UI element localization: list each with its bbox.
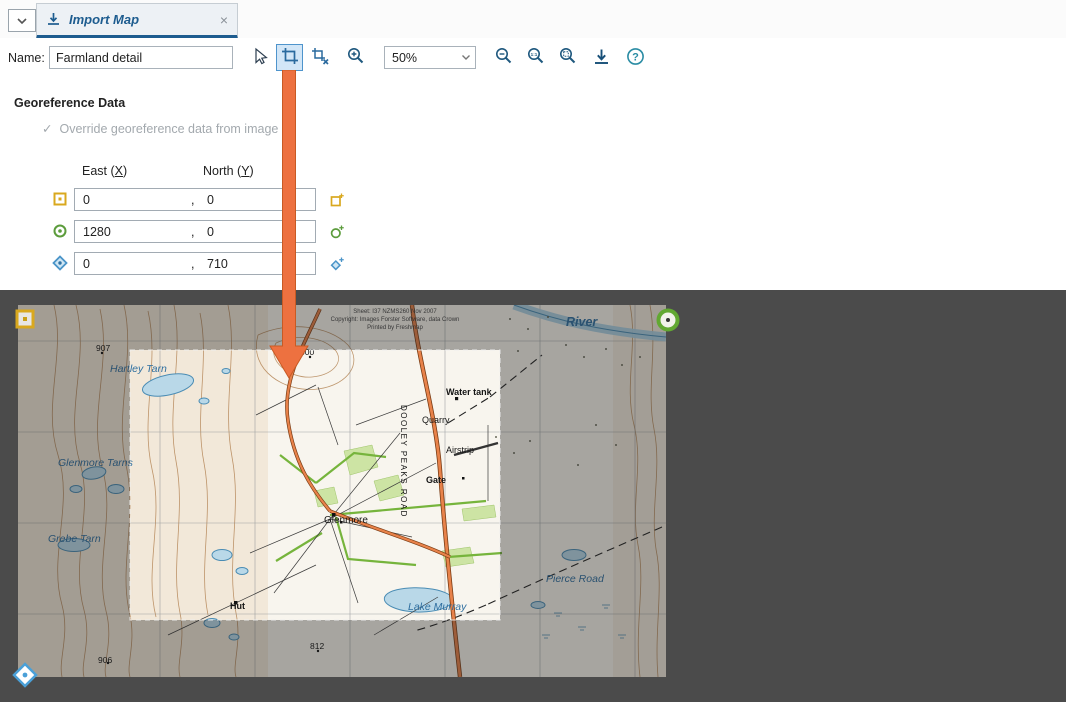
import-map-icon bbox=[46, 11, 61, 29]
point3-diamond-icon bbox=[52, 255, 68, 271]
pick-point1-from-view-button[interactable] bbox=[330, 192, 345, 207]
zoom-in-button[interactable] bbox=[342, 44, 369, 71]
zoom-out-button[interactable] bbox=[490, 44, 517, 71]
georeference-heading: Georeference Data bbox=[14, 96, 125, 110]
chevron-down-icon bbox=[16, 14, 28, 28]
help-icon: ? bbox=[626, 47, 645, 69]
zoom-to-fit-button[interactable] bbox=[554, 44, 581, 71]
pick-point2-from-view-button[interactable] bbox=[330, 224, 345, 239]
point1-marker[interactable] bbox=[14, 308, 36, 333]
point1-square-icon bbox=[52, 191, 68, 207]
remove-crop-button[interactable] bbox=[306, 44, 333, 71]
zoom-one-to-one-icon: 1:1 bbox=[527, 47, 545, 68]
zoom-out-icon bbox=[495, 47, 513, 68]
chevron-down-icon bbox=[457, 54, 475, 61]
tab-close-icon[interactable]: × bbox=[220, 13, 228, 27]
north-column-header: North (Y) bbox=[203, 164, 254, 178]
zoom-level-value: 50% bbox=[385, 51, 457, 65]
import-icon bbox=[592, 47, 611, 69]
point3-marker[interactable] bbox=[12, 662, 38, 691]
help-button[interactable]: ? bbox=[622, 44, 649, 71]
topo-map-art bbox=[18, 305, 666, 677]
point3-east-value: 0 bbox=[75, 257, 191, 271]
georeference-panel: Georeference Data ✓ Override georeferenc… bbox=[0, 78, 1066, 290]
east-column-header: East (X) bbox=[82, 164, 127, 178]
import-button[interactable] bbox=[588, 44, 615, 71]
cursor-arrow-icon bbox=[251, 47, 269, 68]
point2-coordinates-input[interactable]: 1280 , 0 bbox=[74, 220, 316, 243]
override-checkbox-label: Override georeference data from image bbox=[59, 122, 278, 136]
point2-north-value: 0 bbox=[203, 225, 214, 239]
map-image[interactable]: Sheet: I37 NZMS260 Nov 2007 Copyright: I… bbox=[18, 305, 666, 677]
point1-east-value: 0 bbox=[75, 193, 191, 207]
point3-north-value: 710 bbox=[203, 257, 228, 271]
svg-text:?: ? bbox=[632, 51, 639, 63]
point2-circle-icon bbox=[52, 223, 68, 239]
tab-bar: Import Map × bbox=[0, 0, 1066, 39]
point2-marker[interactable] bbox=[655, 307, 681, 336]
checkmark-icon: ✓ bbox=[42, 121, 52, 136]
tab-import-map[interactable]: Import Map × bbox=[36, 3, 238, 39]
zoom-in-icon bbox=[347, 47, 365, 68]
svg-text:1:1: 1:1 bbox=[530, 52, 537, 57]
point1-north-value: 0 bbox=[203, 193, 214, 207]
toolbar: Name: 50% bbox=[0, 38, 1066, 78]
point2-east-value: 1280 bbox=[75, 225, 191, 239]
map-name-input[interactable] bbox=[49, 46, 233, 69]
map-view-area[interactable]: Sheet: I37 NZMS260 Nov 2007 Copyright: I… bbox=[0, 290, 1066, 702]
pick-point3-from-view-button[interactable] bbox=[330, 256, 345, 271]
point1-coordinates-input[interactable]: 0 , 0 bbox=[74, 188, 316, 211]
crop-icon bbox=[281, 47, 299, 68]
zoom-fit-icon bbox=[559, 47, 577, 68]
override-georeference-checkbox[interactable]: ✓ Override georeference data from image bbox=[42, 121, 278, 136]
name-label: Name: bbox=[8, 51, 45, 65]
crop-remove-icon bbox=[311, 47, 329, 68]
zoom-level-select[interactable]: 50% bbox=[384, 46, 476, 69]
tab-list-dropdown-button[interactable] bbox=[8, 9, 36, 32]
select-tool-button[interactable] bbox=[246, 44, 273, 71]
point3-coordinates-input[interactable]: 0 , 710 bbox=[74, 252, 316, 275]
crop-tool-button[interactable] bbox=[276, 44, 303, 71]
tab-title: Import Map bbox=[69, 12, 212, 27]
zoom-actual-size-button[interactable]: 1:1 bbox=[522, 44, 549, 71]
